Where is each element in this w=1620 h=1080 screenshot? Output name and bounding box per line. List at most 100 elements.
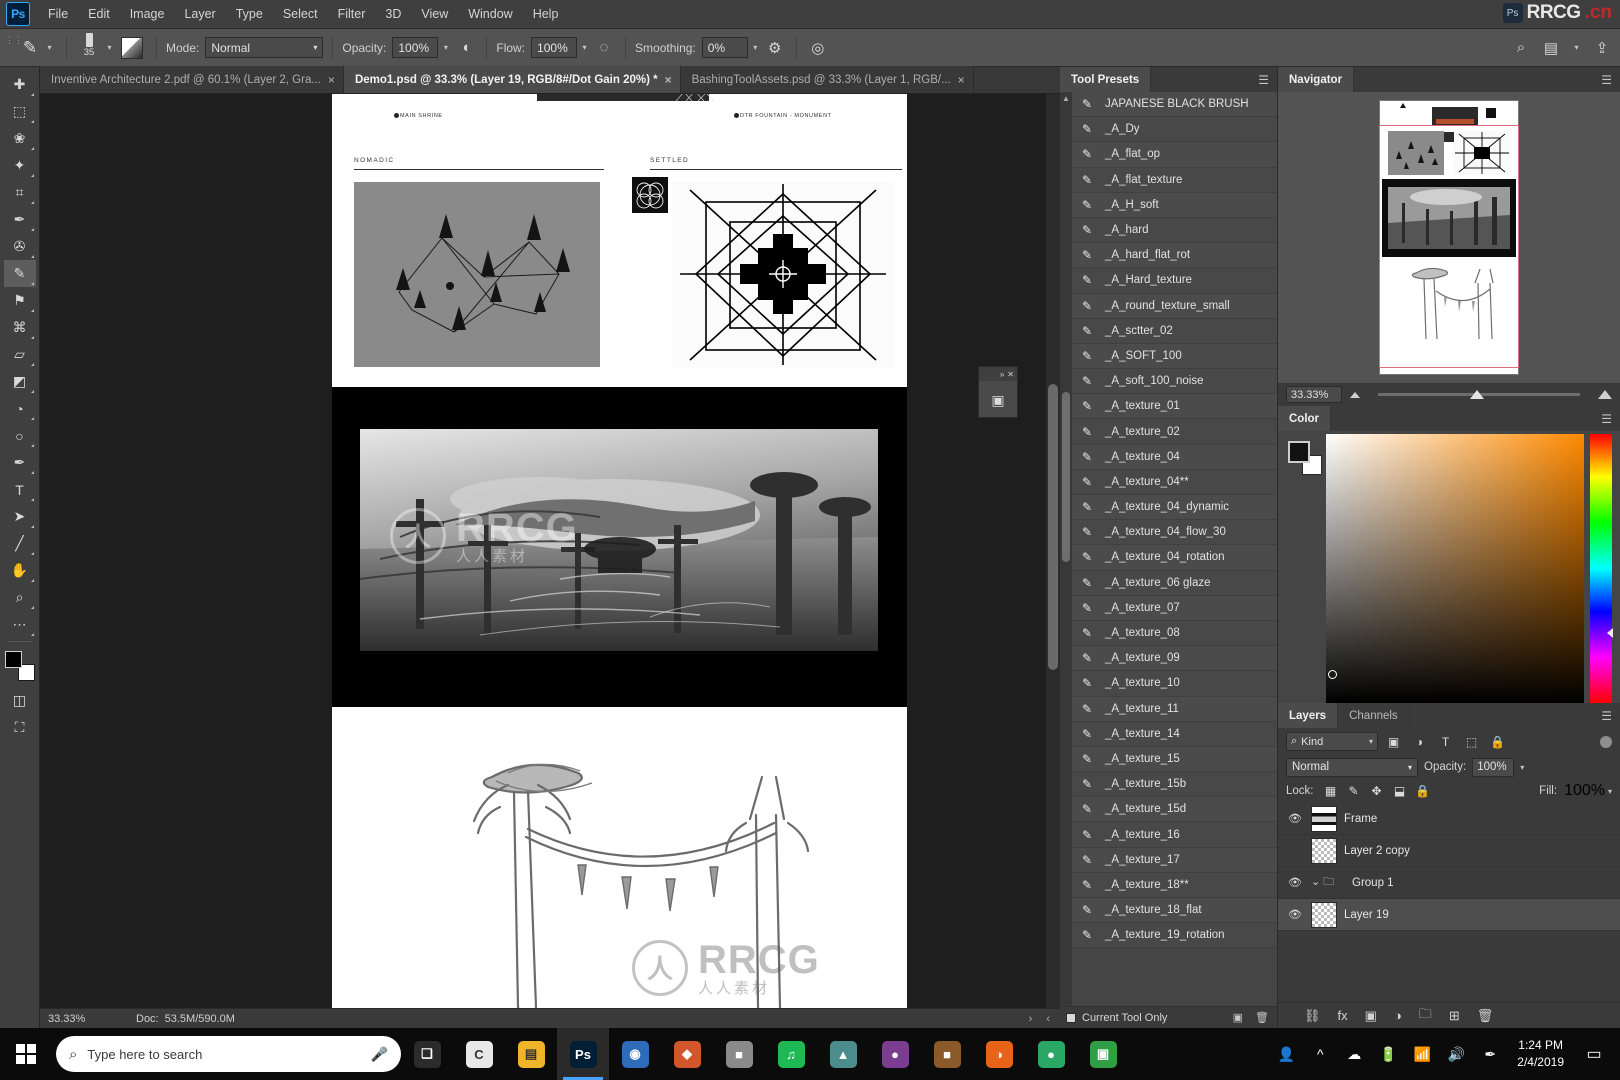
tool-preset-item[interactable]: ✎ _A_texture_09: [1072, 646, 1277, 672]
navigator-zoom-input[interactable]: 33.33%: [1286, 386, 1342, 403]
foreground-background-color[interactable]: [4, 651, 35, 681]
smoothing-input[interactable]: 0%: [701, 37, 748, 58]
menu-item-edit[interactable]: Edit: [78, 3, 120, 25]
hue-strip[interactable]: [1590, 434, 1613, 703]
tool-preset-item[interactable]: ✎ _A_texture_14: [1072, 721, 1277, 747]
tool-preset-item[interactable]: ✎ _A_texture_15: [1072, 746, 1277, 773]
search-icon[interactable]: ⌕: [1509, 36, 1533, 60]
tool-preset-item[interactable]: ✎ _A_hard_flat_rot: [1072, 243, 1277, 269]
panel-menu-icon[interactable]: ☰: [1250, 67, 1277, 92]
tool-preset-item[interactable]: ✎ _A_texture_17: [1072, 847, 1277, 873]
eraser-tool[interactable]: ▱: [4, 341, 36, 368]
pen-tool[interactable]: ✒: [4, 449, 36, 476]
foreground-color-swatch[interactable]: [1288, 441, 1310, 463]
smoothing-chevron-down-icon[interactable]: ▾: [748, 37, 763, 59]
panel-menu-icon[interactable]: ☰: [1593, 67, 1620, 92]
collapse-icon[interactable]: »: [1000, 370, 1004, 379]
navigator-preview[interactable]: [1278, 92, 1620, 383]
tool-preset-item[interactable]: ✎ _A_texture_04_dynamic: [1072, 495, 1277, 521]
dodge-tool[interactable]: ○: [4, 422, 36, 449]
tool-preset-item[interactable]: ✎ JAPANESE BLACK BRUSH: [1072, 92, 1277, 118]
filter-pixel-layers-icon[interactable]: ▣: [1383, 732, 1404, 751]
layer-row[interactable]: 👁 Layer 19: [1278, 899, 1620, 931]
taskbar-search-box[interactable]: ⌕ Type here to search 🎤: [56, 1036, 401, 1072]
menu-item-view[interactable]: View: [411, 3, 458, 25]
scroll-up-icon[interactable]: ▲: [1060, 92, 1072, 104]
lock-image-pixels-icon[interactable]: ✎: [1344, 782, 1364, 800]
layers-list[interactable]: 👁 Frame Layer 2 copy 👁 ⌄ 🗀 Group 1 👁 Layer 19: [1278, 803, 1620, 1002]
zoom-in-icon[interactable]: [1598, 390, 1612, 399]
new-layer-icon[interactable]: ⊞: [1449, 1008, 1460, 1024]
options-bar-grip[interactable]: ⋮⋮: [5, 36, 23, 45]
tool-preset-item[interactable]: ✎ _A_texture_11: [1072, 696, 1277, 722]
menu-item-type[interactable]: Type: [226, 3, 273, 25]
close-icon[interactable]: ×: [328, 73, 335, 87]
lock-transparent-pixels-icon[interactable]: ▦: [1321, 782, 1341, 800]
tool-preset-item[interactable]: ✎ _A_texture_10: [1072, 671, 1277, 697]
lock-artboard-icon[interactable]: ⬓: [1390, 782, 1410, 800]
more-tools[interactable]: ⋯: [4, 611, 36, 638]
tool-preset-item[interactable]: ✎ _A_flat_op: [1072, 142, 1277, 168]
menu-item-layer[interactable]: Layer: [174, 3, 225, 25]
taskbar-app-spotify[interactable]: ♫: [765, 1028, 817, 1080]
tool-preset-item[interactable]: ✎ _A_round_texture_small: [1072, 293, 1277, 319]
tool-preset-item[interactable]: ✎ _A_H_soft: [1072, 192, 1277, 218]
brush-preset-picker-icon[interactable]: [121, 36, 143, 59]
tool-preset-item[interactable]: ✎ _A_Hard_texture: [1072, 268, 1277, 294]
zoom-out-icon[interactable]: [1350, 391, 1360, 398]
taskbar-app-app-orange[interactable]: ◆: [661, 1028, 713, 1080]
marquee-tool[interactable]: ⬚: [4, 98, 36, 125]
tool-preset-item[interactable]: ✎ _A_texture_07: [1072, 595, 1277, 621]
delete-preset-icon[interactable]: 🗑: [1255, 1011, 1269, 1024]
wifi-icon[interactable]: 📶: [1405, 1028, 1439, 1080]
tool-preset-item[interactable]: ✎ _A_texture_06 glaze: [1072, 570, 1277, 596]
document-tab[interactable]: Inventive Architecture 2.pdf @ 60.1% (La…: [40, 66, 344, 93]
tool-preset-item[interactable]: ✎ _A_flat_texture: [1072, 167, 1277, 193]
status-next-icon[interactable]: ›: [1029, 1013, 1033, 1025]
document-tab[interactable]: Demo1.psd @ 33.3% (Layer 19, RGB/8#/Dot …: [343, 66, 681, 93]
color-picker-field[interactable]: [1326, 434, 1584, 703]
brush-tool[interactable]: ✎: [3, 260, 36, 287]
slider-knob[interactable]: [1470, 390, 1485, 399]
filter-smart-objects-icon[interactable]: 🔒: [1487, 732, 1508, 751]
tool-preset-item[interactable]: ✎ _A_texture_04**: [1072, 469, 1277, 495]
pressure-opacity-icon[interactable]: ◖: [453, 36, 477, 60]
panel-menu-icon[interactable]: ☰: [1593, 703, 1620, 728]
menu-item-3d[interactable]: 3D: [375, 3, 411, 25]
color-picker-marker[interactable]: [1328, 670, 1337, 679]
action-center-icon[interactable]: ▭: [1574, 1028, 1614, 1080]
taskbar-app-app-teal[interactable]: ▲: [817, 1028, 869, 1080]
eyedropper-tool[interactable]: ✒: [4, 206, 36, 233]
tool-preset-item[interactable]: ✎ _A_texture_18**: [1072, 872, 1277, 898]
taskbar-app-app-gray[interactable]: ■: [713, 1028, 765, 1080]
tool-preset-item[interactable]: ✎ _A_Dy: [1072, 117, 1277, 143]
close-icon[interactable]: ✕: [1007, 370, 1014, 379]
tab-tool-presets[interactable]: Tool Presets: [1060, 67, 1152, 92]
scrollbar-thumb[interactable]: [1062, 392, 1070, 562]
tool-preset-item[interactable]: ✎ _A_soft_100_noise: [1072, 369, 1277, 395]
quick-selection-tool[interactable]: ✦: [4, 152, 36, 179]
foreground-color-swatch[interactable]: [4, 651, 22, 668]
adjustment-layer-icon[interactable]: ◑: [1394, 1008, 1402, 1023]
filter-adjustment-layers-icon[interactable]: ◑: [1409, 732, 1430, 751]
layer-row[interactable]: 👁 Frame: [1278, 803, 1620, 835]
tool-preset-item[interactable]: ✎ _A_SOFT_100: [1072, 343, 1277, 370]
delete-layer-icon[interactable]: 🗑: [1477, 1008, 1494, 1024]
filter-type-layers-icon[interactable]: T: [1435, 732, 1456, 751]
canvas-vertical-scrollbar[interactable]: [1046, 94, 1060, 1014]
tool-preset-item[interactable]: ✎ _A_texture_04_rotation: [1072, 545, 1277, 571]
menu-item-window[interactable]: Window: [458, 3, 522, 25]
tab-navigator[interactable]: Navigator: [1278, 67, 1355, 92]
workspace-chevron-down-icon[interactable]: ▾: [1569, 37, 1584, 59]
opacity-input[interactable]: 100%: [392, 37, 439, 58]
taskbar-app-app-brown[interactable]: ■: [921, 1028, 973, 1080]
zoom-tool[interactable]: ⌕: [4, 584, 36, 611]
lasso-tool[interactable]: ❀: [4, 125, 36, 152]
close-icon[interactable]: ×: [958, 73, 965, 87]
tool-presets-list[interactable]: ✎ JAPANESE BLACK BRUSH ✎ _A_Dy ✎ _A_flat_op ✎ _…: [1072, 92, 1277, 1006]
filter-enable-toggle[interactable]: [1600, 735, 1612, 748]
layer-mask-icon[interactable]: ▣: [1365, 1008, 1377, 1024]
layer-style-icon[interactable]: fx: [1338, 1008, 1348, 1023]
flow-chevron-down-icon[interactable]: ▾: [577, 37, 592, 59]
tool-preset-item[interactable]: ✎ _A_texture_04: [1072, 444, 1277, 470]
